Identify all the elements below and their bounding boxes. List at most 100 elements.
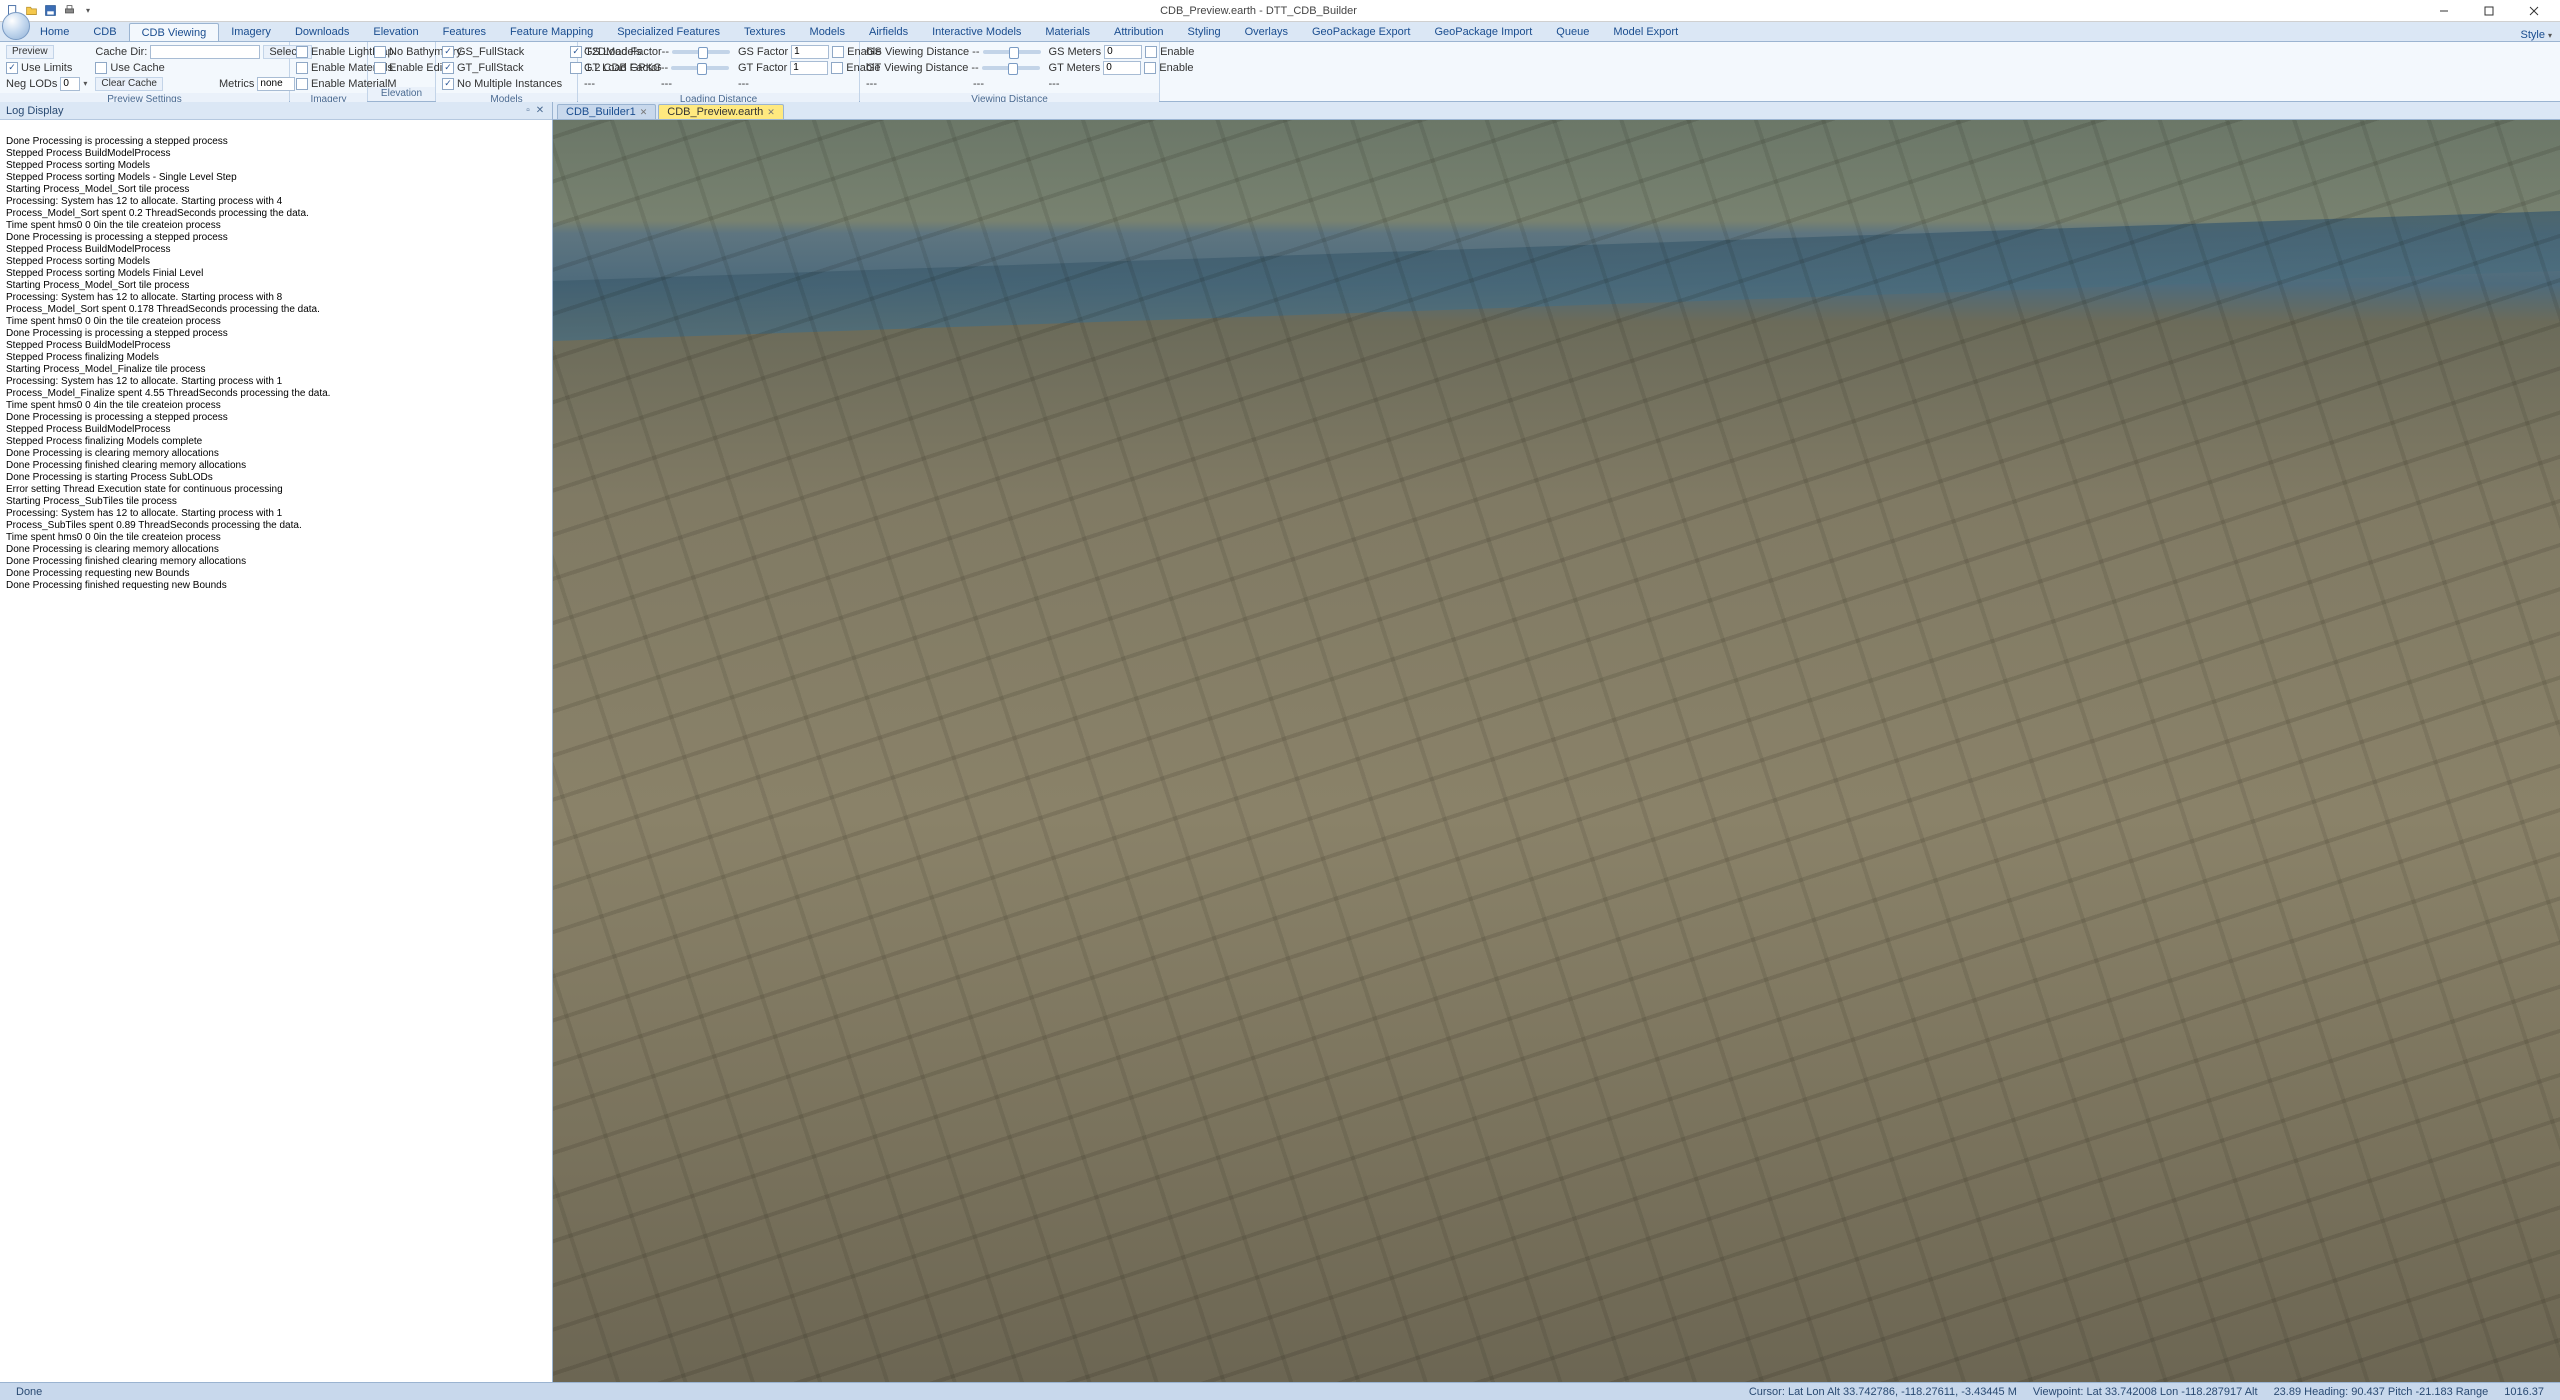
gs-load-slider[interactable] (672, 50, 730, 54)
ribbon-tab-model-export[interactable]: Model Export (1601, 23, 1690, 41)
log-line: Done Processing requesting new Bounds (6, 568, 546, 580)
log-line: Processing: System has 12 to allocate. S… (6, 376, 546, 388)
gt-view-slider[interactable] (982, 66, 1040, 70)
close-icon[interactable]: ✕ (534, 105, 546, 116)
log-line: Done Processing is clearing memory alloc… (6, 544, 546, 556)
pin-icon[interactable]: ▫ (522, 105, 534, 116)
log-line: Starting Process_Model_Sort tile process (6, 184, 546, 196)
log-line: Done Processing finished requesting new … (6, 580, 546, 592)
log-line: Done Processing is processing a stepped … (6, 328, 546, 340)
qat-dropdown-icon[interactable]: ▾ (80, 3, 96, 19)
status-cursor: Cursor: Lat Lon Alt 33.742786, -118.2761… (1741, 1386, 2025, 1398)
gs-view-enable-check[interactable] (1145, 46, 1157, 58)
gt-view-enable-check[interactable] (1144, 62, 1156, 74)
gs-view-slider[interactable] (983, 50, 1041, 54)
neg-lods-input[interactable] (60, 77, 80, 91)
log-line: Error setting Thread Execution state for… (6, 484, 546, 496)
no-multiple-check[interactable] (442, 78, 454, 90)
ribbon-tab-overlays[interactable]: Overlays (1233, 23, 1300, 41)
gt-factor-input[interactable] (790, 61, 828, 75)
ribbon-tab-feature-mapping[interactable]: Feature Mapping (498, 23, 605, 41)
log-panel: Log Display ▫ ✕ Done Processing is proce… (0, 102, 553, 1382)
gt-meters-input[interactable] (1103, 61, 1141, 75)
log-line: Done Processing is processing a stepped … (6, 136, 546, 148)
doc-tab-cdb-builder1[interactable]: CDB_Builder1✕ (557, 104, 656, 119)
ribbon-tab-features[interactable]: Features (431, 23, 498, 41)
ribbon-tab-materials[interactable]: Materials (1033, 23, 1102, 41)
enable-lightmap-check[interactable] (296, 46, 308, 58)
log-line: Stepped Process sorting Models (6, 160, 546, 172)
gs-meters-input[interactable] (1104, 45, 1142, 59)
gs-fullstack-check[interactable] (442, 46, 454, 58)
log-line: Process_Model_Finalize spent 4.55 Thread… (6, 388, 546, 400)
ribbon-tab-interactive-models[interactable]: Interactive Models (920, 23, 1033, 41)
gt-enable-check[interactable] (831, 62, 843, 74)
log-line: Stepped Process sorting Models (6, 256, 546, 268)
ribbon-tab-geopackage-export[interactable]: GeoPackage Export (1300, 23, 1422, 41)
close-icon[interactable]: ✕ (767, 107, 775, 118)
doc-tab-cdb-preview-earth[interactable]: CDB_Preview.earth✕ (658, 104, 784, 119)
maximize-button[interactable] (2466, 1, 2511, 21)
ribbon-tab-cdb[interactable]: CDB (81, 23, 128, 41)
log-line: Stepped Process finalizing Models (6, 352, 546, 364)
ribbon-tabstrip: HomeCDBCDB ViewingImageryDownloadsElevat… (0, 22, 2560, 42)
group-label: Elevation (368, 87, 435, 101)
ribbon-tab-home[interactable]: Home (28, 23, 81, 41)
log-line: Done Processing finished clearing memory… (6, 556, 546, 568)
use-cache-check[interactable] (95, 62, 107, 74)
gt-meters-label: GT Meters (1049, 62, 1101, 74)
close-button[interactable] (2511, 1, 2556, 21)
ribbon-tab-imagery[interactable]: Imagery (219, 23, 283, 41)
cache-dir-input[interactable] (150, 45, 260, 59)
gs-enable-check[interactable] (832, 46, 844, 58)
style-menu[interactable]: Style▾ (2521, 29, 2560, 41)
enable-materialm-check[interactable] (296, 78, 308, 90)
minimize-button[interactable] (2421, 1, 2466, 21)
clear-cache-button[interactable]: Clear Cache (95, 77, 163, 91)
ribbon-tab-textures[interactable]: Textures (732, 23, 798, 41)
use-cache-label: Use Cache (110, 62, 164, 74)
ribbon-tab-queue[interactable]: Queue (1544, 23, 1601, 41)
gs-meters-label: GS Meters (1049, 46, 1102, 58)
log-line: Stepped Process sorting Models - Single … (6, 172, 546, 184)
status-viewpoint: Viewpoint: Lat 33.742008 Lon -118.287917… (2025, 1386, 2266, 1398)
gt-load-slider[interactable] (671, 66, 729, 70)
ribbon-tab-airfields[interactable]: Airfields (857, 23, 920, 41)
ribbon-tab-specialized-features[interactable]: Specialized Features (605, 23, 732, 41)
chevron-down-icon[interactable]: ▾ (83, 79, 87, 88)
gs-factor-label: GS Factor (738, 46, 788, 58)
qat-save-icon[interactable] (42, 3, 58, 19)
log-line: Time spent hms0 0 4in the tile createion… (6, 400, 546, 412)
title-bar: ▾ CDB_Preview.earth - DTT_CDB_Builder (0, 0, 2560, 22)
ribbon-tab-elevation[interactable]: Elevation (361, 23, 430, 41)
preview-button[interactable]: Preview (6, 45, 54, 59)
ribbon-tab-styling[interactable]: Styling (1176, 23, 1233, 41)
log-line: Time spent hms0 0 0in the tile createion… (6, 532, 546, 544)
log-text-area[interactable]: Done Processing is processing a stepped … (0, 120, 552, 1382)
3d-viewport[interactable] (553, 120, 2560, 1382)
gs-factor-input[interactable] (791, 45, 829, 59)
no-multiple-label: No Multiple Instances (457, 78, 562, 90)
close-icon[interactable]: ✕ (640, 107, 648, 118)
group-models: GS_FullStack GT_FullStack No Multiple In… (436, 42, 578, 101)
use-limits-check[interactable] (6, 62, 18, 74)
log-line: Done Processing is processing a stepped … (6, 232, 546, 244)
gs-fullstack-label: GS_FullStack (457, 46, 524, 58)
enable-materials-check[interactable] (296, 62, 308, 74)
app-orb-button[interactable] (2, 12, 30, 40)
ribbon-tab-models[interactable]: Models (798, 23, 857, 41)
log-line: Stepped Process BuildModelProcess (6, 340, 546, 352)
no-bathymetry-check[interactable] (374, 46, 386, 58)
log-line: Processing: System has 12 to allocate. S… (6, 196, 546, 208)
gt-fullstack-check[interactable] (442, 62, 454, 74)
ribbon-tab-downloads[interactable]: Downloads (283, 23, 361, 41)
ribbon-tab-attribution[interactable]: Attribution (1102, 23, 1176, 41)
status-range: 1016.37 (2496, 1386, 2552, 1398)
qat-print-icon[interactable] (61, 3, 77, 19)
metrics-label: Metrics (219, 78, 254, 90)
ribbon-tab-geopackage-import[interactable]: GeoPackage Import (1422, 23, 1544, 41)
ribbon-tab-cdb-viewing[interactable]: CDB Viewing (129, 23, 220, 41)
enable-edit-check[interactable] (374, 62, 386, 74)
log-line: Process_Model_Sort spent 0.178 ThreadSec… (6, 304, 546, 316)
cache-dir-label: Cache Dir: (95, 46, 147, 58)
